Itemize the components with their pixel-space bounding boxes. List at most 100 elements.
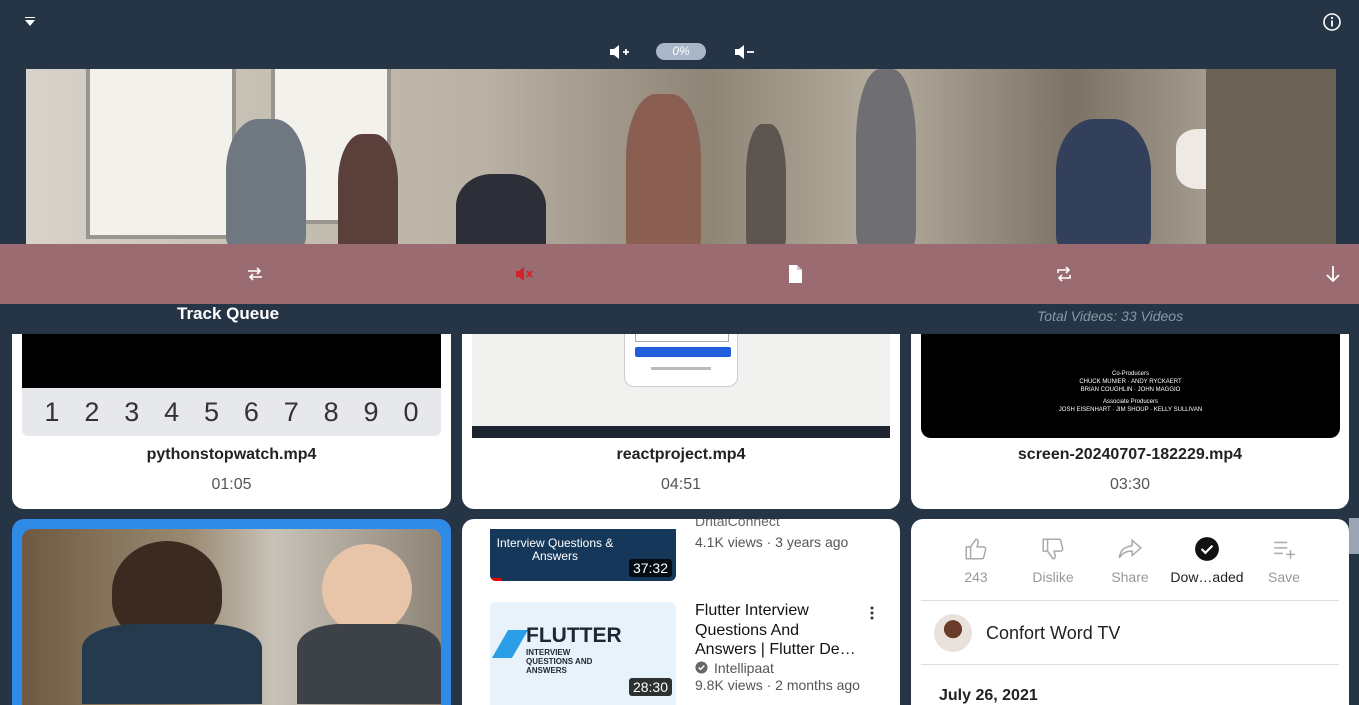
scrollbar-thumb[interactable]: [1349, 518, 1359, 554]
thumbnail-text: Interview Questions & Answers: [496, 536, 614, 563]
person-graphic: [746, 124, 786, 244]
login-dialog-graphic: [624, 334, 738, 387]
video-name: pythonstopwatch.mp4: [146, 446, 317, 463]
video-duration: 01:05: [211, 476, 252, 493]
thumbnail-text: FLUTTER: [526, 624, 622, 647]
queue-card-selected[interactable]: [12, 519, 451, 705]
repeat-icon[interactable]: [1054, 264, 1074, 284]
duration-badge: 28:30: [628, 678, 672, 696]
person-graphic: [856, 69, 916, 244]
key-label: 9: [363, 396, 379, 427]
credits-line: CHUCK MUNIER · ANDY RYCKAERT: [1079, 379, 1182, 385]
volume-down-icon[interactable]: [733, 42, 755, 62]
share-icon: [1118, 538, 1142, 559]
thumbnail: [22, 529, 441, 705]
credits-line: Co-Producers: [1111, 371, 1149, 377]
player-controls-bar: [0, 244, 1359, 304]
video-meta: 9.8K views · 2 months ago: [695, 677, 860, 693]
video-duration: 04:51: [660, 476, 702, 493]
queue-card[interactable]: 1 2 3 4 5 6 7 8 9 0 pythonstopwatch.mp4 …: [12, 334, 451, 509]
watched-progress: [490, 578, 502, 581]
save-label: Save: [1268, 569, 1300, 585]
playlist-add-icon: [1274, 541, 1295, 559]
video-details-card: 243 Dislike Share Dow…aded Save Confort …: [911, 519, 1349, 705]
video-player[interactable]: [26, 69, 1336, 244]
video-thumbnail[interactable]: Interview Questions & Answers 37:32: [490, 529, 676, 581]
top-bar: 0%: [0, 0, 1359, 69]
divider: [921, 600, 1339, 601]
channel-name: Intellipaat: [714, 660, 774, 676]
flutter-logo-icon: [491, 630, 529, 658]
save-button[interactable]: Save: [1246, 536, 1322, 585]
channel-name: DritalConnect: [695, 519, 780, 529]
youtube-list-card[interactable]: Interview Questions & Answers 37:32 Drit…: [462, 519, 900, 705]
thumbs-down-icon: [1042, 538, 1064, 560]
file-icon[interactable]: [785, 264, 805, 284]
like-button[interactable]: 243: [938, 536, 1014, 585]
key-label: 7: [283, 396, 299, 427]
channel-avatar[interactable]: [934, 614, 972, 652]
person-graphic: [338, 134, 398, 244]
video-duration: 03:30: [1109, 476, 1151, 493]
channel-title[interactable]: Confort Word TV: [986, 623, 1120, 644]
key-label: 3: [124, 396, 140, 427]
like-count: 243: [964, 569, 988, 585]
thumbs-up-icon: [965, 538, 987, 560]
taskbar-graphic: [472, 426, 890, 438]
video-name: reactproject.mp4: [616, 446, 746, 463]
mute-icon[interactable]: [514, 264, 534, 284]
credits-thumbnail: Co-Producers CHUCK MUNIER · ANDY RYCKAER…: [921, 334, 1340, 438]
thumbnail-subtext: INTERVIEW QUESTIONS AND ANSWERS: [526, 648, 593, 675]
share-label: Share: [1111, 569, 1149, 585]
keypad-thumbnail: 1 2 3 4 5 6 7 8 9 0: [22, 388, 441, 436]
download-done-icon: [1195, 537, 1219, 561]
key-label: 2: [84, 396, 100, 427]
info-icon[interactable]: [1322, 12, 1342, 32]
key-label: 8: [323, 396, 339, 427]
video-grid: 1 2 3 4 5 6 7 8 9 0 pythonstopwatch.mp4 …: [0, 334, 1359, 705]
key-label: 1: [44, 396, 60, 427]
download-label: Dow…aded: [1170, 569, 1244, 585]
video-thumbnail[interactable]: FLUTTER INTERVIEW QUESTIONS AND ANSWERS …: [490, 602, 676, 705]
person-graphic: [322, 544, 412, 634]
divider: [921, 664, 1339, 665]
person-graphic: [456, 174, 546, 244]
key-label: 5: [203, 396, 220, 427]
dislike-button[interactable]: Dislike: [1015, 536, 1091, 585]
queue-card[interactable]: Co-Producers CHUCK MUNIER · ANDY RYCKAER…: [911, 334, 1349, 509]
thumbnail: [22, 334, 441, 388]
queue-card[interactable]: reactproject.mp4 04:51: [462, 334, 900, 509]
credits-line: BRIAN COUGHLIN · JOHN MAGGIO: [1080, 387, 1181, 393]
share-button[interactable]: Share: [1092, 536, 1168, 585]
person-graphic: [1056, 119, 1151, 244]
person-graphic: [297, 624, 441, 704]
credits-line: JOSH EISENHART · JIM SHOUP · KELLY SULLI…: [1058, 407, 1203, 413]
verified-icon: [695, 661, 708, 674]
key-label: 0: [403, 396, 419, 427]
key-label: 4: [164, 396, 180, 427]
more-options-icon[interactable]: [864, 605, 880, 621]
dropdown-menu-icon[interactable]: [20, 12, 40, 32]
download-button[interactable]: Dow…aded: [1169, 536, 1245, 585]
video-title[interactable]: Flutter Interview Questions And Answers …: [695, 601, 860, 660]
queue-header: Track Queue Total Videos: 33 Videos: [0, 304, 1359, 334]
dislike-label: Dislike: [1032, 569, 1074, 585]
shuffle-icon[interactable]: [245, 264, 265, 284]
upload-date: July 26, 2021: [939, 687, 1038, 704]
volume-up-icon[interactable]: [608, 42, 630, 62]
video-meta: 4.1K views · 3 years ago: [695, 534, 849, 550]
duration-badge: 37:32: [628, 559, 672, 577]
arrow-down-icon[interactable]: [1323, 264, 1343, 284]
person-graphic: [82, 624, 262, 704]
person-graphic: [226, 119, 306, 244]
queue-title: Track Queue: [177, 304, 280, 323]
thumbnail: [472, 334, 890, 438]
video-name: screen-20240707-182229.mp4: [1017, 446, 1243, 463]
volume-level: 0%: [656, 43, 706, 60]
person-graphic: [626, 94, 701, 244]
door-graphic: [1206, 69, 1336, 244]
credits-line: Associate Producers: [1102, 399, 1159, 405]
total-videos-label: Total Videos: 33 Videos: [1037, 308, 1184, 324]
window-graphic: [86, 69, 236, 239]
key-label: 6: [243, 396, 259, 427]
